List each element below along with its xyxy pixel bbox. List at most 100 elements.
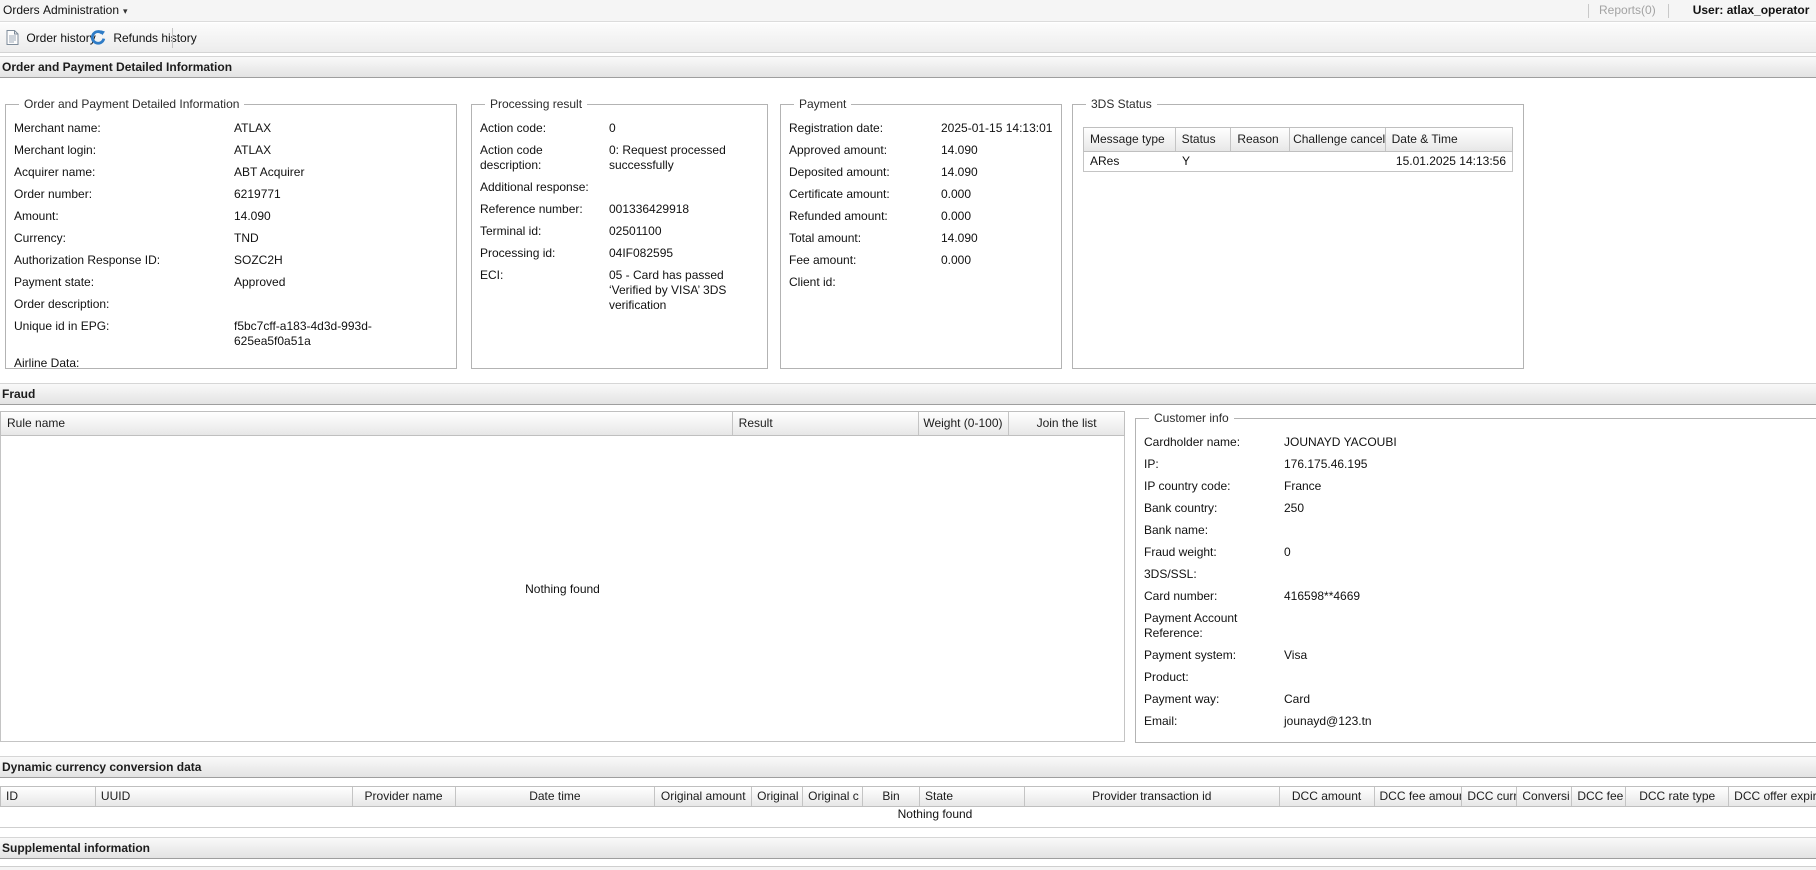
cell-datetime: 15.01.2025 14:13:56 xyxy=(1387,152,1512,171)
field-label: Payment way: xyxy=(1144,692,1284,707)
field-label: Deposited amount: xyxy=(789,165,941,180)
column-header[interactable]: DCC fee xyxy=(1572,787,1626,806)
column-header[interactable]: ID xyxy=(1,787,96,806)
section-header-supplemental: Supplemental information xyxy=(0,837,1816,859)
field-label: ECI: xyxy=(480,268,609,313)
column-header[interactable]: Bin xyxy=(863,787,920,806)
field-value: Card xyxy=(1284,692,1816,707)
threeds-table-header: Message typeStatusReasonChallenge cancel… xyxy=(1083,127,1513,152)
info-row: Action code description: 0: Request proc… xyxy=(480,143,759,173)
column-header[interactable]: Provider name xyxy=(353,787,456,806)
fraud-table-header: Rule nameResultWeight (0-100)Join the li… xyxy=(0,411,1125,436)
field-label: Unique id in EPG: xyxy=(14,319,234,349)
customer-info-legend: Customer info xyxy=(1149,411,1234,425)
field-value xyxy=(941,275,1053,290)
column-header[interactable]: DCC fee amount xyxy=(1375,787,1463,806)
column-header[interactable]: UUID xyxy=(96,787,353,806)
menu-administration[interactable]: Administration▾ xyxy=(43,0,128,22)
column-header[interactable]: DCC rate type xyxy=(1626,787,1729,806)
menu-separator xyxy=(1668,4,1669,18)
column-header[interactable]: Date & Time xyxy=(1386,128,1512,151)
field-value xyxy=(1284,567,1816,582)
section-header-main: Order and Payment Detailed Information xyxy=(0,56,1816,78)
column-header[interactable]: Reason xyxy=(1231,128,1290,151)
column-header[interactable]: Conversi xyxy=(1517,787,1572,806)
table-row[interactable]: ARes Y 15.01.2025 14:13:56 xyxy=(1083,152,1513,172)
field-label: IP: xyxy=(1144,457,1284,472)
field-value: 14.090 xyxy=(941,231,1053,246)
field-value: 6219771 xyxy=(234,187,448,202)
column-header[interactable]: Join the list xyxy=(1009,412,1124,435)
field-value: ABT Acquirer xyxy=(234,165,448,180)
field-label: 3DS/SSL: xyxy=(1144,567,1284,582)
column-header[interactable]: DCC offer expiry xyxy=(1729,787,1816,806)
cell-message-type: ARes xyxy=(1084,152,1176,171)
info-row: Acquirer name: ABT Acquirer xyxy=(14,165,448,180)
column-header[interactable]: Rule name xyxy=(1,412,733,435)
field-label: IP country code: xyxy=(1144,479,1284,494)
customer-info-fieldset: Customer info Cardholder name: JOUNAYD Y… xyxy=(1135,411,1816,743)
info-row: Processing id: 04IF082595 xyxy=(480,246,759,261)
info-row: Order number: 6219771 xyxy=(14,187,448,202)
column-header[interactable]: Original f xyxy=(752,787,803,806)
fraud-table-body: Nothing found xyxy=(0,436,1125,742)
field-value: 0: Request processed successfully xyxy=(609,143,759,173)
column-header[interactable]: DCC amount xyxy=(1280,787,1375,806)
field-label: Product: xyxy=(1144,670,1284,685)
menu-orders[interactable]: Orders xyxy=(3,0,40,21)
column-header[interactable]: Challenge cancel xyxy=(1290,128,1386,151)
field-label: Cardholder name: xyxy=(1144,435,1284,450)
column-header[interactable]: State xyxy=(920,787,1025,806)
field-value: 14.090 xyxy=(941,143,1053,158)
field-value: 14.090 xyxy=(234,209,448,224)
column-header[interactable]: Status xyxy=(1176,128,1232,151)
info-row: Order description: xyxy=(14,297,448,312)
column-header[interactable]: DCC curr xyxy=(1462,787,1517,806)
menu-separator xyxy=(1588,4,1589,18)
field-value: JOUNAYD YACOUBI xyxy=(1284,435,1816,450)
threeds-status-fieldset: 3DS Status Message typeStatusReasonChall… xyxy=(1072,97,1524,369)
column-header[interactable]: Result xyxy=(733,412,920,435)
field-label: Bank name: xyxy=(1144,523,1284,538)
field-label: Fraud weight: xyxy=(1144,545,1284,560)
column-header[interactable]: Date time xyxy=(456,787,656,806)
field-label: Authorization Response ID: xyxy=(14,253,234,268)
toolbar: Order history Refunds history xyxy=(0,23,1816,53)
field-value xyxy=(1284,611,1816,641)
column-header[interactable]: Weight (0-100) xyxy=(919,412,1009,435)
refunds-history-button[interactable]: Refunds history xyxy=(86,27,201,49)
field-value: 0.000 xyxy=(941,209,1053,224)
info-row: Client id: xyxy=(789,275,1053,290)
field-label: Client id: xyxy=(789,275,941,290)
info-row: Fee amount: 0.000 xyxy=(789,253,1053,268)
column-header[interactable]: Original c xyxy=(803,787,863,806)
info-row: Deposited amount: 14.090 xyxy=(789,165,1053,180)
field-value: f5bc7cff-a183-4d3d-993d-625ea5f0a51a xyxy=(234,319,448,349)
field-label: Merchant login: xyxy=(14,143,234,158)
field-label: Airline Data: xyxy=(14,356,234,371)
info-row: Cardholder name: JOUNAYD YACOUBI xyxy=(1144,435,1816,450)
info-row: Registration date: 2025-01-15 14:13:01 xyxy=(789,121,1053,136)
processing-result-legend: Processing result xyxy=(485,97,587,111)
order-info-legend: Order and Payment Detailed Information xyxy=(19,97,244,111)
field-value: ATLAX xyxy=(234,121,448,136)
column-header[interactable]: Provider transaction id xyxy=(1025,787,1280,806)
field-value xyxy=(1284,523,1816,538)
field-label: Order number: xyxy=(14,187,234,202)
field-value: SOZC2H xyxy=(234,253,448,268)
info-row: Unique id in EPG: f5bc7cff-a183-4d3d-993… xyxy=(14,319,448,349)
field-value: 001336429918 xyxy=(609,202,759,217)
info-row: Action code: 0 xyxy=(480,121,759,136)
column-header[interactable]: Message type xyxy=(1084,128,1176,151)
field-value: 14.090 xyxy=(941,165,1053,180)
info-row: Bank country: 250 xyxy=(1144,501,1816,516)
field-label: Fee amount: xyxy=(789,253,941,268)
field-label: Certificate amount: xyxy=(789,187,941,202)
info-row: Payment system: Visa xyxy=(1144,648,1816,663)
column-header[interactable]: Original amount xyxy=(655,787,752,806)
dcc-table-header: IDUUIDProvider nameDate timeOriginal amo… xyxy=(0,786,1816,807)
info-row: Refunded amount: 0.000 xyxy=(789,209,1053,224)
field-value: France xyxy=(1284,479,1816,494)
menu-reports[interactable]: Reports(0) xyxy=(1599,3,1656,17)
info-row: Card number: 416598**4669 xyxy=(1144,589,1816,604)
